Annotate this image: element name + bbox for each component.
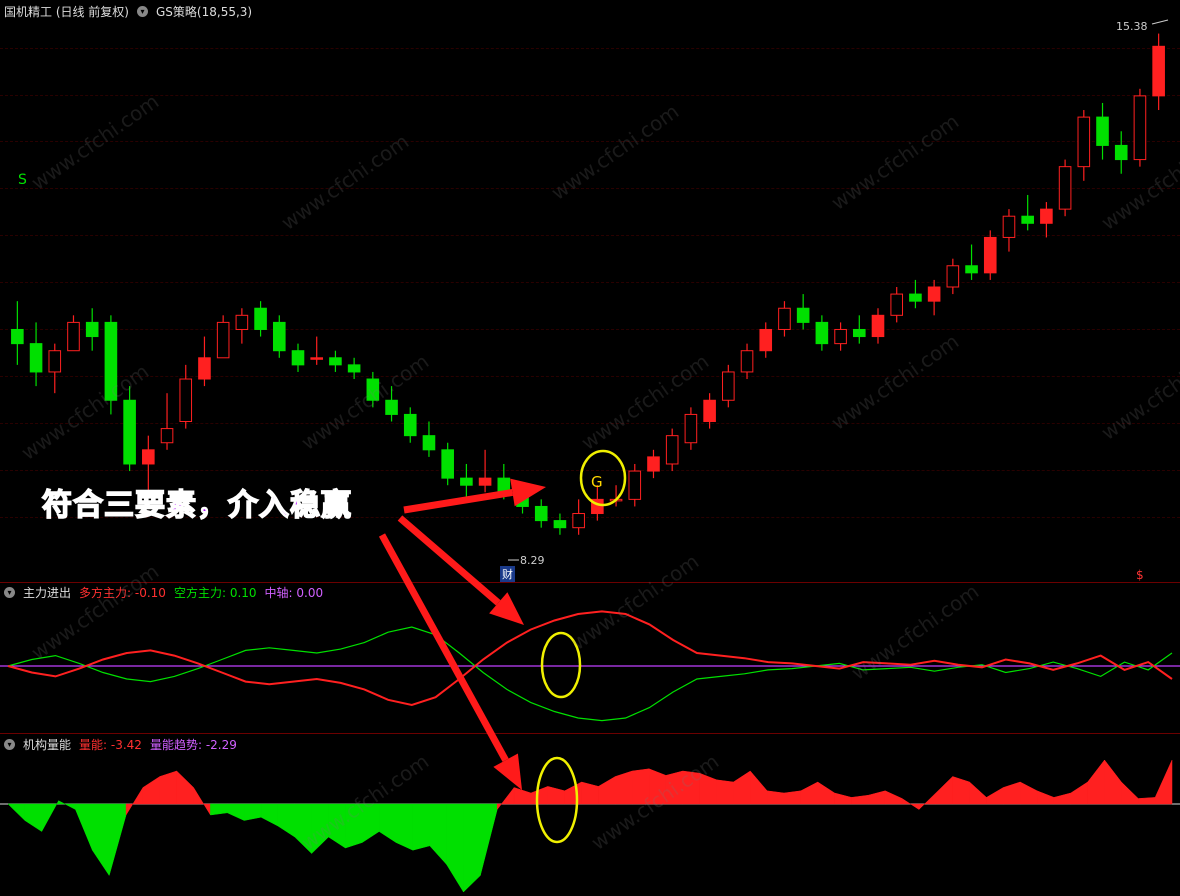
indicator-overlay	[0, 19, 1180, 893]
energy-area	[496, 786, 515, 811]
energy-area	[834, 792, 852, 805]
energy-area	[800, 781, 818, 805]
energy-area	[935, 775, 953, 805]
energy-area	[851, 794, 869, 805]
energy-area	[1070, 781, 1088, 805]
energy-area	[159, 770, 177, 805]
energy-area	[243, 803, 262, 821]
energy-area	[362, 803, 380, 843]
energy-area	[564, 781, 582, 805]
energy-area	[480, 803, 498, 876]
energy-area	[1087, 759, 1105, 805]
energy-area	[176, 770, 194, 805]
energy-area	[429, 803, 447, 866]
energy-area	[631, 768, 650, 805]
energy-area	[260, 803, 279, 827]
high-marker	[1151, 19, 1169, 25]
energy-area	[581, 781, 599, 805]
energy-area	[142, 776, 161, 805]
energy-area	[1003, 781, 1021, 805]
energy-area	[918, 792, 937, 811]
energy-area	[277, 803, 296, 838]
short-force-line	[7, 626, 1173, 722]
energy-area	[1121, 781, 1139, 805]
energy-area	[75, 803, 93, 851]
highlight-circle	[540, 631, 582, 699]
energy-area	[783, 790, 802, 805]
energy-area	[58, 800, 76, 810]
energy-area	[665, 770, 684, 805]
energy-area	[1138, 797, 1156, 805]
energy-area	[1036, 790, 1055, 805]
arrow-line	[403, 488, 513, 514]
energy-area	[1053, 792, 1072, 805]
energy-area	[969, 781, 987, 805]
energy-area	[210, 803, 228, 816]
energy-area	[766, 790, 785, 805]
long-force-line	[7, 610, 1173, 707]
energy-area	[530, 786, 549, 805]
energy-area	[1019, 781, 1038, 805]
energy-area	[108, 803, 127, 876]
energy-area	[412, 803, 430, 851]
energy-area	[598, 776, 616, 805]
energy-area	[733, 770, 751, 805]
energy-area	[952, 776, 970, 805]
energy-area	[446, 803, 464, 893]
energy-area	[547, 786, 565, 805]
energy-area	[7, 803, 26, 822]
energy-area	[311, 803, 329, 855]
energy-area	[395, 803, 414, 851]
energy-area	[868, 790, 886, 805]
energy-area	[92, 803, 110, 877]
energy-area	[41, 800, 59, 832]
arrow-head	[510, 478, 546, 507]
energy-area	[716, 779, 734, 805]
energy-area	[615, 770, 633, 805]
energy-area	[24, 803, 42, 832]
energy-area	[901, 798, 920, 810]
energy-area	[1104, 759, 1122, 805]
energy-area	[125, 786, 144, 816]
energy-area	[513, 787, 532, 805]
energy-area	[463, 803, 481, 893]
energy-area	[193, 786, 211, 816]
energy-area	[699, 772, 717, 805]
energy-area	[986, 787, 1004, 805]
energy-area	[648, 768, 667, 805]
energy-area	[378, 803, 397, 843]
energy-area	[1154, 759, 1173, 805]
energy-area	[345, 803, 363, 849]
energy-area	[294, 803, 312, 855]
highlight-circle	[579, 449, 627, 507]
energy-area	[884, 790, 903, 805]
energy-area	[328, 803, 346, 849]
energy-area	[227, 803, 245, 821]
energy-area	[750, 770, 768, 805]
energy-area	[682, 770, 700, 805]
energy-area	[817, 781, 835, 805]
arrow-line	[378, 533, 509, 762]
